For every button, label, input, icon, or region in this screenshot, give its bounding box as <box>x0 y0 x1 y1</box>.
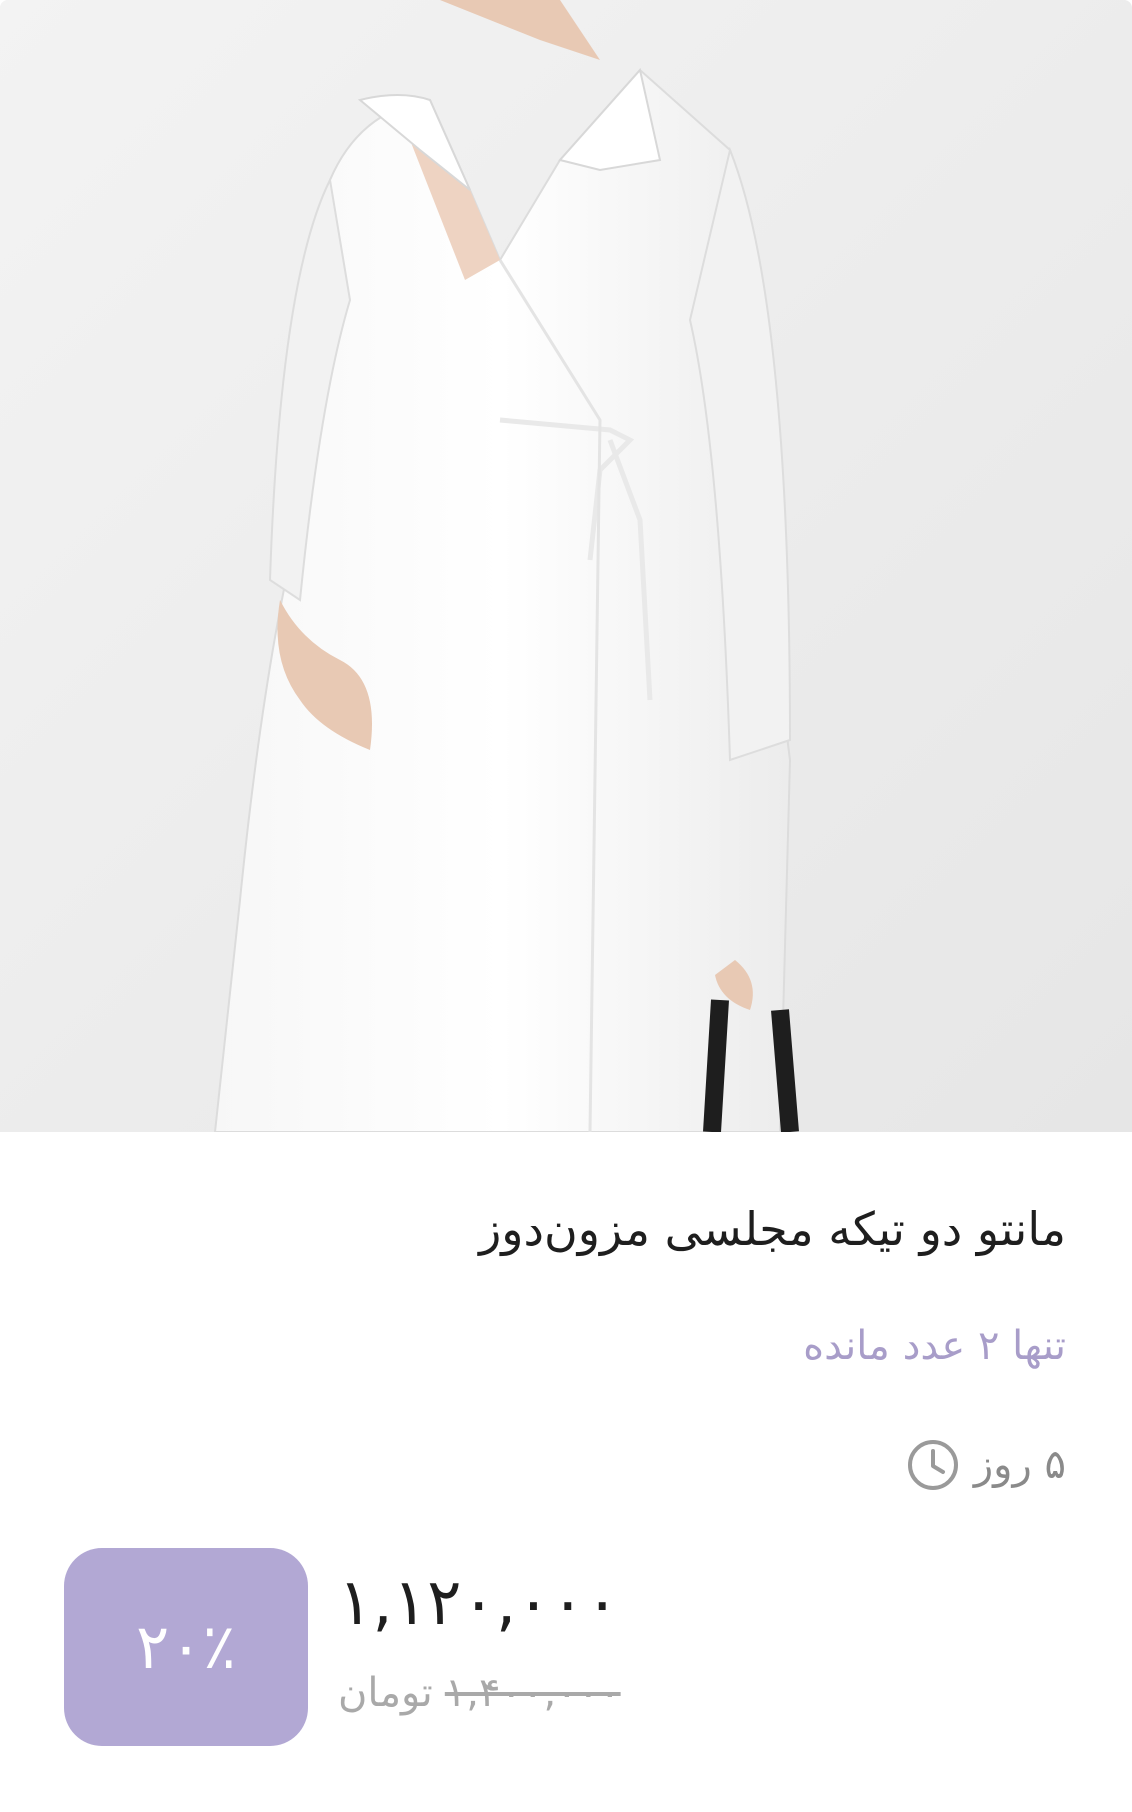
product-image[interactable] <box>0 0 1132 1132</box>
delivery-time: ۵ روز <box>906 1435 1066 1495</box>
discount-percent: ۲۰٪ <box>136 1610 236 1683</box>
current-price: ۱,۱۲۰,۰۰۰ <box>338 1566 620 1640</box>
stock-remaining-note: تنها ۲ عدد مانده <box>803 1323 1066 1369</box>
old-price: ۱,۴۰۰,۰۰۰ <box>444 1670 621 1716</box>
old-price-row: تومان ۱,۴۰۰,۰۰۰ <box>338 1658 621 1728</box>
clock-icon <box>907 1440 958 1490</box>
dress-photo <box>0 0 1132 1132</box>
discount-badge: ۲۰٪ <box>64 1548 308 1746</box>
delivery-days: ۵ روز <box>973 1442 1066 1488</box>
currency-label: تومان <box>338 1670 433 1716</box>
product-card[interactable]: مانتو دو تیکه مجلسی مزون‌دوز تنها ۲ عدد … <box>0 0 1132 1812</box>
product-title[interactable]: مانتو دو تیکه مجلسی مزون‌دوز <box>66 1196 1066 1262</box>
